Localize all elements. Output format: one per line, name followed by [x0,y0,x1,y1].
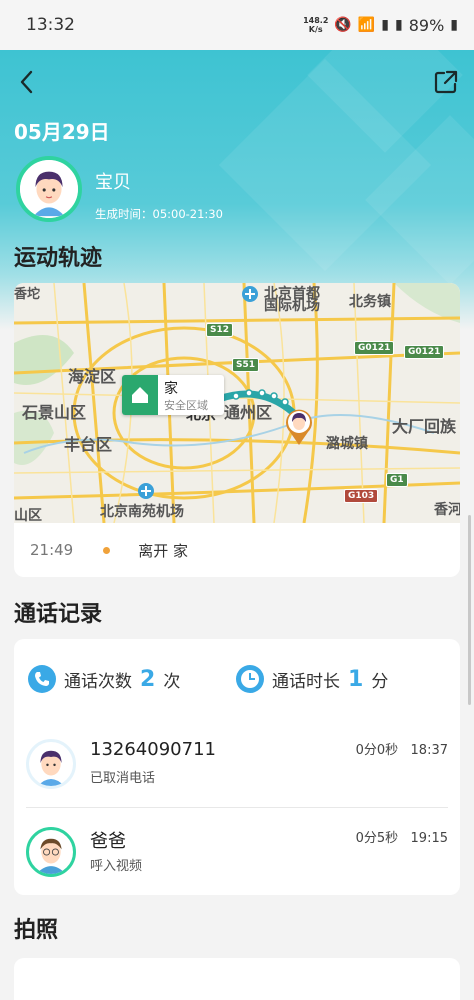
caller-avatar [26,827,76,877]
net-speed: 148.2 K/s [303,16,328,34]
home-marker-title: 家 [164,381,178,397]
home-icon [122,375,158,415]
map-label: 潞城镇 [326,436,368,452]
generated-time: 生成时间：05:00-21:30 [95,207,223,221]
call-duration-time: 0分5秒 19:15 [356,827,448,846]
map-label: 大厂回族 [392,417,457,436]
call-duration-time: 0分0秒 18:37 [356,739,448,758]
photo-card [14,958,460,1000]
photo-section-title: 拍照 [14,918,59,943]
battery-icon: ▮ [450,17,458,33]
call-record-row[interactable]: 13264090711 已取消电话 0分0秒 18:37 [26,731,448,801]
signal-icon: ▮ [381,17,389,33]
child-name: 宝贝 [95,172,131,193]
report-date: 05月29日 [14,120,110,144]
home-marker[interactable]: 家 安全区域 [122,375,224,415]
home-marker-subtitle: 安全区域 [164,399,208,412]
net-speed-unit: K/s [308,25,323,34]
phone-icon [28,665,56,693]
timeline-entry[interactable]: 21:49 离开 家 [14,523,460,577]
dad-avatar-icon [36,838,66,874]
call-record-row[interactable]: 爸爸 呼入视频 0分5秒 19:15 [26,819,448,889]
road-shield: G103 [344,489,379,503]
call-duration: 0分5秒 [355,831,399,846]
signal-icon-2: ▮ [395,17,403,33]
call-duration-value: 1 [348,666,364,692]
child-avatar[interactable] [16,156,82,222]
road-shield: G0121 [354,341,395,355]
map-label: 丰台区 [64,435,113,454]
track-map[interactable]: 香坨 北京首都 国际机场 北务镇 海淀区 石景山区 丰台区 通州区 大厂回族 潞… [14,283,460,523]
map-label: 通州区 [224,403,273,422]
boy-avatar-icon [20,160,78,218]
battery-percent: 89% [408,15,445,35]
net-speed-value: 148.2 [303,16,329,25]
mute-icon: 🔇 [334,17,352,33]
call-time: 19:15 [410,831,448,846]
call-duration-label: 通话时长 [272,671,340,692]
back-arrow-icon[interactable] [14,68,42,96]
map-label: 国际机场 [264,298,320,314]
map-label: 北务镇 [349,294,391,310]
map-label: 香河 [434,502,460,518]
status-icons: 148.2 K/s 🔇 📶 ▮ ▮ 89% ▮ [303,16,458,35]
call-count-stat: 通话次数 2 次 [28,665,180,693]
boy-avatar-icon [37,750,65,786]
track-card: 香坨 北京首都 国际机场 北务镇 海淀区 石景山区 丰台区 通州区 大厂回族 潞… [14,283,460,577]
wifi-icon: 📶 [357,17,376,33]
track-section-title: 运动轨迹 [14,246,103,271]
timeline-dot [103,546,111,554]
status-bar: 13:32 148.2 K/s 🔇 📶 ▮ ▮ 89% ▮ [0,0,474,50]
call-status: 已取消电话 [90,771,156,786]
call-time: 18:37 [410,743,448,758]
scrollbar[interactable] [468,515,471,705]
status-time: 13:32 [26,15,75,35]
road-shield: S51 [232,358,260,372]
call-status: 呼入视频 [90,859,143,874]
calls-section-title: 通话记录 [14,602,103,627]
caller-name: 13264090711 [90,739,216,760]
map-label: 香坨 [14,287,41,302]
call-count-label: 通话次数 [64,671,132,692]
road-shield: S12 [206,323,234,337]
call-duration-unit: 分 [371,671,389,692]
call-count-value: 2 [140,666,156,692]
row-divider [26,807,448,808]
map-label: 海淀区 [68,367,117,386]
road-shield: G0121 [404,345,445,359]
call-records-card: 通话次数 2 次 通话时长 1 分 13264090711 已取消电话 0分0秒… [14,639,460,895]
caller-name: 爸爸 [90,831,126,852]
timeline-time: 21:49 [30,541,74,559]
map-label: 北京南苑机场 [100,504,184,520]
call-duration-stat: 通话时长 1 分 [236,665,388,693]
caller-avatar [26,739,76,789]
location-pin-icon [286,409,312,445]
call-count-unit: 次 [163,671,181,692]
child-location-pin[interactable] [284,408,314,446]
timeline-event: 离开 家 [138,541,189,560]
map-label: 山区 [14,508,42,523]
map-label: 石景山区 [22,403,87,422]
call-duration: 0分0秒 [355,743,399,758]
road-shield: G1 [386,473,408,487]
share-icon[interactable] [432,68,460,96]
clock-icon [236,665,264,693]
